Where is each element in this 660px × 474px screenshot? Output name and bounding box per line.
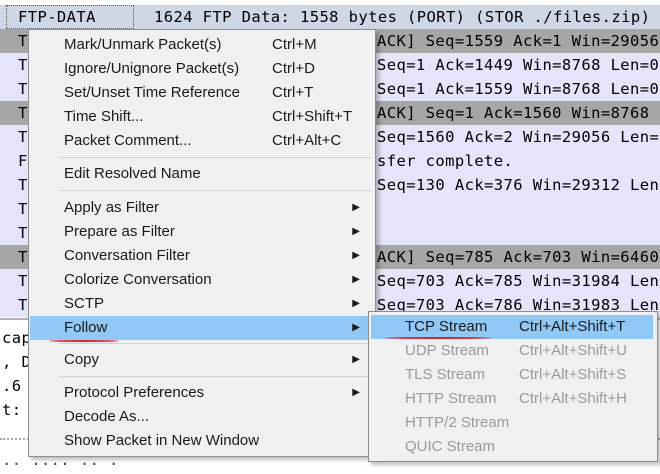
submenu-item-quic-stream[interactable]: QUIC Stream (371, 435, 653, 459)
menu-item-label: TCP Stream (405, 318, 488, 335)
packet-info: Seq=1 Ack=1449 Win=8768 Len=0 (377, 56, 660, 74)
menu-item-mark-packet[interactable]: Mark/Unmark Packet(s) Ctrl+M (30, 33, 374, 57)
submenu-item-tls-stream[interactable]: TLS Stream Ctrl+Alt+Shift+S (371, 363, 653, 387)
submenu-arrow-icon: ▶ (352, 226, 360, 237)
packet-protocol: T (18, 56, 28, 74)
packet-protocol: T (18, 32, 28, 50)
menu-item-label: QUIC Stream (405, 438, 496, 455)
menu-item-label: Time Shift... (64, 108, 144, 125)
menu-item-label: Apply as Filter (64, 199, 160, 216)
packet-info: Seq=1 Ack=1559 Win=8768 Len=0 (377, 80, 660, 98)
submenu-arrow-icon: ▶ (352, 274, 360, 285)
menu-item-shortcut: Ctrl+T (272, 84, 314, 101)
packet-info: Seq=1560 Ack=2 Win=29056 Len=0 (377, 128, 660, 146)
menu-separator (59, 157, 371, 158)
packet-protocol: T (18, 104, 28, 122)
packet-protocol: T (18, 224, 28, 242)
menu-item-shortcut: Ctrl+Alt+Shift+U (519, 342, 627, 359)
packet-protocol: T (18, 176, 28, 194)
menu-item-shortcut: Ctrl+Alt+Shift+S (519, 366, 627, 383)
packet-protocol: T (18, 272, 28, 290)
follow-submenu: TCP Stream Ctrl+Alt+Shift+T UDP Stream Ctr… (368, 311, 658, 462)
packet-info: Seq=703 Ack=785 Win=31984 Len (377, 272, 660, 290)
detail-line[interactable]: , D (2, 350, 31, 374)
detail-line[interactable]: .6 (2, 374, 21, 398)
menu-item-prepare-as-filter[interactable]: Prepare as Filter ▶ (30, 220, 374, 244)
submenu-arrow-icon: ▶ (352, 354, 360, 365)
menu-item-colorize-conversation[interactable]: Colorize Conversation ▶ (30, 268, 374, 292)
packet-protocol: F (18, 152, 28, 170)
packet-protocol: T (18, 80, 28, 98)
menu-item-label: HTTP Stream (405, 390, 497, 407)
menu-item-label: Show Packet in New Window (64, 432, 260, 449)
menu-item-time-reference[interactable]: Set/Unset Time Reference Ctrl+T (30, 81, 374, 105)
menu-item-label: SCTP (64, 295, 105, 312)
packet-info: Seq=130 Ack=376 Win=29312 Len= (377, 176, 660, 194)
submenu-item-tcp-stream[interactable]: TCP Stream Ctrl+Alt+Shift+T (371, 315, 653, 339)
menu-item-shortcut: Ctrl+Shift+T (272, 108, 353, 125)
menu-item-label: Colorize Conversation (64, 271, 212, 288)
detail-line[interactable]: t: (2, 398, 21, 422)
menu-item-label: HTTP/2 Stream (405, 414, 510, 431)
menu-item-label: Packet Comment... (64, 132, 192, 149)
menu-item-label: Edit Resolved Name (64, 165, 201, 182)
menu-item-copy[interactable]: Copy ▶ (30, 348, 374, 372)
menu-item-sctp[interactable]: SCTP ▶ (30, 292, 374, 316)
menu-item-label: Prepare as Filter (64, 223, 175, 240)
submenu-item-http-stream[interactable]: HTTP Stream Ctrl+Alt+Shift+H (371, 387, 653, 411)
submenu-arrow-icon: ▶ (352, 298, 360, 309)
submenu-arrow-icon: ▶ (352, 202, 360, 213)
red-underline-annotation (49, 340, 119, 342)
menu-item-label: Conversation Filter (64, 247, 190, 264)
menu-item-packet-comment[interactable]: Packet Comment... Ctrl+Alt+C (30, 129, 374, 153)
menu-separator (59, 376, 371, 377)
menu-item-edit-resolved-name[interactable]: Edit Resolved Name (30, 162, 374, 186)
submenu-arrow-icon: ▶ (352, 250, 360, 261)
menu-item-label: Mark/Unmark Packet(s) (64, 36, 222, 53)
menu-item-label: TLS Stream (405, 366, 486, 383)
menu-item-follow[interactable]: Follow ▶ (30, 316, 374, 340)
menu-item-label: Follow (64, 319, 108, 336)
submenu-item-udp-stream[interactable]: UDP Stream Ctrl+Alt+Shift+U (371, 339, 653, 363)
menu-item-decode-as[interactable]: Decode As... (30, 405, 374, 429)
menu-item-time-shift[interactable]: Time Shift... Ctrl+Shift+T (30, 105, 374, 129)
packet-info: 1624 FTP Data: 1558 bytes (PORT) (STOR .… (154, 8, 651, 26)
focus-outline (6, 5, 134, 29)
packet-info: ACK] Seq=785 Ack=703 Win=6460 (377, 248, 660, 266)
menu-item-shortcut: Ctrl+M (272, 36, 317, 53)
menu-item-conversation-filter[interactable]: Conversation Filter ▶ (30, 244, 374, 268)
menu-item-shortcut: Ctrl+Alt+C (272, 132, 342, 149)
menu-item-apply-as-filter[interactable]: Apply as Filter ▶ (30, 196, 374, 220)
menu-item-label: UDP Stream (405, 342, 489, 359)
packet-protocol: T (18, 200, 28, 218)
packet-info: ACK] Seq=1559 Ack=1 Win=29056 (377, 32, 660, 50)
packet-info: ACK] Seq=1 Ack=1560 Win=8768 L (377, 104, 660, 122)
context-menu: Mark/Unmark Packet(s) Ctrl+M Ignore/Unign… (28, 29, 376, 457)
packet-protocol: T (18, 128, 28, 146)
bytes-line: ·· ···· ·· · (2, 455, 119, 473)
submenu-arrow-icon: ▶ (352, 387, 360, 398)
menu-item-ignore-packet[interactable]: Ignore/Unignore Packet(s) Ctrl+D (30, 57, 374, 81)
menu-item-label: Protocol Preferences (64, 384, 205, 401)
packet-info: sfer complete. (377, 152, 514, 170)
menu-item-label: Decode As... (64, 408, 150, 425)
menu-item-label: Set/Unset Time Reference (64, 84, 240, 101)
packet-protocol: T (18, 248, 28, 266)
menu-item-label: Ignore/Unignore Packet(s) (64, 60, 240, 77)
menu-item-shortcut: Ctrl+Alt+Shift+T (519, 318, 626, 335)
menu-item-protocol-preferences[interactable]: Protocol Preferences ▶ (30, 381, 374, 405)
submenu-item-http2-stream[interactable]: HTTP/2 Stream (371, 411, 653, 435)
menu-item-show-packet-new-window[interactable]: Show Packet in New Window (30, 429, 374, 453)
menu-separator (59, 190, 371, 191)
menu-separator (59, 343, 371, 344)
menu-item-shortcut: Ctrl+Alt+Shift+H (519, 390, 627, 407)
detail-line[interactable]: cap (2, 326, 31, 350)
packet-row-selected[interactable]: FTP-DATA 1624 FTP Data: 1558 bytes (PORT… (0, 5, 660, 29)
menu-item-shortcut: Ctrl+D (272, 60, 315, 77)
submenu-arrow-icon: ▶ (352, 322, 360, 333)
menu-item-label: Copy (64, 351, 100, 368)
packet-protocol: T (18, 296, 28, 314)
